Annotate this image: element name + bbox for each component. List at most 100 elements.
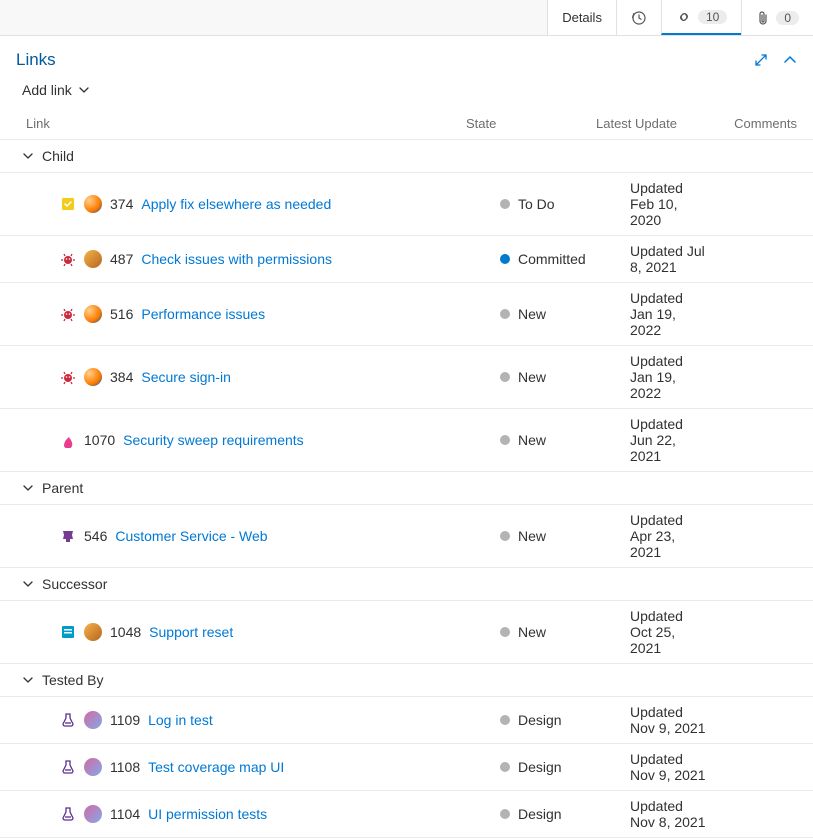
state-text: To Do: [518, 196, 555, 212]
state-dot-icon: [500, 627, 510, 637]
workitem-type-icon: [60, 806, 76, 822]
links-table-body: Child 374 Apply fix elsewhere as needed To…: [0, 140, 813, 838]
tab-bar: Details 10 0: [0, 0, 813, 36]
workitem-title-link[interactable]: Support reset: [149, 624, 233, 640]
expand-icon[interactable]: [753, 52, 769, 68]
group-header[interactable]: Successor: [0, 568, 813, 601]
group-header[interactable]: Child: [0, 140, 813, 173]
workitem-title-link[interactable]: Customer Service - Web: [115, 528, 267, 544]
workitem-id: 384: [110, 369, 133, 385]
state-text: New: [518, 369, 546, 385]
avatar: [84, 250, 102, 268]
workitem-id: 546: [84, 528, 107, 544]
state-dot-icon: [500, 372, 510, 382]
updated-text: Updated Nov 8, 2021: [630, 798, 707, 830]
updated-text: Updated Jan 19, 2022: [630, 290, 707, 338]
tab-attachments[interactable]: 0: [741, 0, 813, 35]
link-row[interactable]: 1104 UI permission tests Design Updated No…: [0, 791, 813, 838]
state-dot-icon: [500, 435, 510, 445]
link-row[interactable]: 1109 Log in test Design Updated Nov 9, 202…: [0, 697, 813, 744]
workitem-title-link[interactable]: Security sweep requirements: [123, 432, 304, 448]
workitem-type-icon: [60, 528, 76, 544]
workitem-type-icon: [60, 712, 76, 728]
chevron-down-icon: [22, 482, 34, 494]
updated-text: Updated Apr 23, 2021: [630, 512, 707, 560]
workitem-title-link[interactable]: UI permission tests: [148, 806, 267, 822]
state-text: New: [518, 306, 546, 322]
link-row[interactable]: 546 Customer Service - Web New Updated Apr…: [0, 505, 813, 568]
avatar: [84, 805, 102, 823]
chevron-down-icon: [22, 150, 34, 162]
link-row[interactable]: 1048 Support resetNewUpdated Oct 25, 202…: [0, 601, 813, 664]
state-text: Design: [518, 712, 562, 728]
workitem-id: 1108: [110, 759, 140, 775]
link-row[interactable]: 487 Check issues with permissions Committ…: [0, 236, 813, 283]
workitem-id: 487: [110, 251, 133, 267]
col-updated: Latest Update: [596, 116, 707, 131]
workitem-title-link[interactable]: Log in test: [148, 712, 213, 728]
updated-text: Updated Feb 10, 2020: [630, 180, 707, 228]
state-dot-icon: [500, 809, 510, 819]
chevron-down-icon: [22, 674, 34, 686]
avatar: [84, 368, 102, 386]
avatar: [84, 195, 102, 213]
avatar: [84, 305, 102, 323]
columns-header: Link State Latest Update Comments: [0, 108, 813, 140]
workitem-type-icon: [60, 759, 76, 775]
collapse-icon[interactable]: [783, 53, 797, 67]
updated-text: Updated Jul 8, 2021: [630, 243, 707, 275]
tab-details-label: Details: [562, 10, 602, 25]
group-header[interactable]: Tested By: [0, 664, 813, 697]
section-title: Links: [16, 50, 56, 70]
group-label: Tested By: [42, 672, 103, 688]
state-text: Committed: [518, 251, 586, 267]
workitem-id: 1104: [110, 806, 140, 822]
state-dot-icon: [500, 531, 510, 541]
workitem-type-icon: [60, 624, 76, 640]
link-row[interactable]: 1070 Security sweep requirements New Updat…: [0, 409, 813, 472]
tab-links[interactable]: 10: [661, 0, 741, 35]
workitem-title-link[interactable]: Performance issues: [141, 306, 265, 322]
group-header[interactable]: Parent: [0, 472, 813, 505]
link-row[interactable]: 374 Apply fix elsewhere as needed To Do Up…: [0, 173, 813, 236]
workitem-title-link[interactable]: Apply fix elsewhere as needed: [141, 196, 331, 212]
workitem-type-icon: [60, 306, 76, 322]
updated-text: Updated Jan 19, 2022: [630, 353, 707, 401]
col-link: Link: [26, 116, 466, 131]
chevron-down-icon: [22, 578, 34, 590]
workitem-title-link[interactable]: Test coverage map UI: [148, 759, 284, 775]
link-icon: [676, 9, 692, 25]
state-text: New: [518, 528, 546, 544]
add-link-button[interactable]: Add link: [0, 78, 813, 108]
workitem-title-link[interactable]: Check issues with permissions: [141, 251, 332, 267]
link-row[interactable]: 516 Performance issues New Updated Jan 19,…: [0, 283, 813, 346]
link-row[interactable]: 1108 Test coverage map UIDesignUpdated N…: [0, 744, 813, 791]
state-dot-icon: [500, 199, 510, 209]
state-dot-icon: [500, 715, 510, 725]
updated-text: Updated Nov 9, 2021: [630, 704, 707, 736]
workitem-id: 1070: [84, 432, 115, 448]
state-text: Design: [518, 806, 562, 822]
workitem-title-link[interactable]: Secure sign-in: [141, 369, 231, 385]
workitem-id: 1048: [110, 624, 141, 640]
workitem-type-icon: [60, 196, 76, 212]
updated-text: Updated Jun 22, 2021: [630, 416, 707, 464]
col-comments: Comments: [707, 116, 797, 131]
state-text: New: [518, 432, 546, 448]
workitem-id: 516: [110, 306, 133, 322]
workitem-id: 374: [110, 196, 133, 212]
col-state: State: [466, 116, 596, 131]
history-icon: [631, 10, 647, 26]
state-dot-icon: [500, 254, 510, 264]
link-row[interactable]: 384 Secure sign-in New Updated Jan 19, 202…: [0, 346, 813, 409]
tab-details[interactable]: Details: [547, 0, 616, 35]
updated-text: Updated Oct 25, 2021: [630, 608, 707, 656]
workitem-id: 1109: [110, 712, 140, 728]
links-count-badge: 10: [698, 10, 727, 24]
section-header: Links: [0, 36, 813, 78]
state-dot-icon: [500, 762, 510, 772]
workitem-type-icon: [60, 432, 76, 448]
state-dot-icon: [500, 309, 510, 319]
tab-history[interactable]: [616, 0, 661, 35]
attachments-count-badge: 0: [776, 11, 799, 25]
